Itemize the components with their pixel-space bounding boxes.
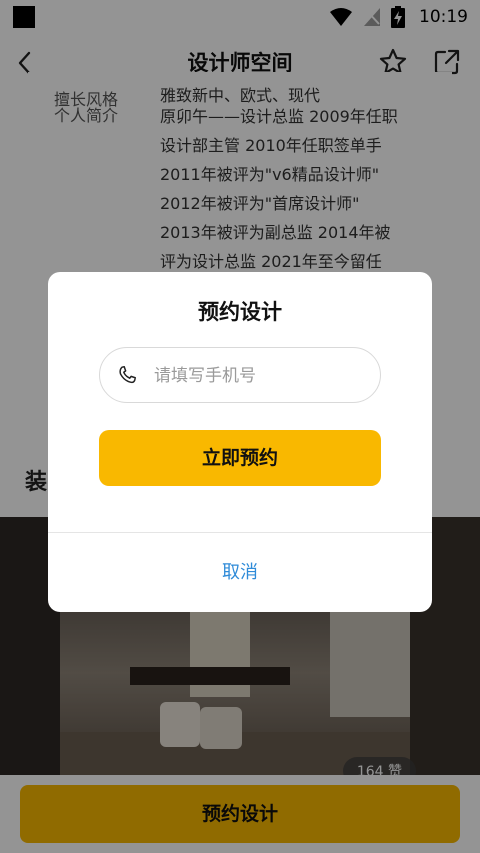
phone-input[interactable]: [152, 360, 366, 392]
booking-dialog: 预约设计 立即预约 取消: [48, 272, 432, 612]
dialog-title: 预约设计: [198, 300, 282, 324]
phone-icon: [119, 366, 136, 384]
phone-input-wrapper[interactable]: [99, 347, 381, 403]
cancel-button[interactable]: 取消: [48, 533, 432, 612]
book-now-button[interactable]: 立即预约: [99, 430, 381, 486]
